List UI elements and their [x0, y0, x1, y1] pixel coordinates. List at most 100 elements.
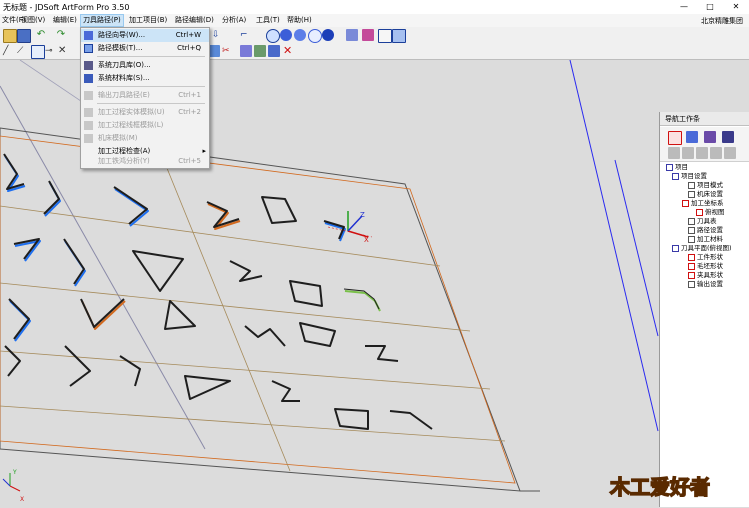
shaded-view-icon[interactable] [280, 29, 292, 41]
nav-option-icon-1[interactable] [668, 147, 680, 159]
tree-item-top-view[interactable]: 俯视图 [696, 208, 725, 217]
output-path-icon [84, 91, 93, 100]
menu-separator [97, 86, 205, 87]
nav-option-icon-4[interactable] [710, 147, 722, 159]
undo-icon[interactable]: ↶ [35, 29, 47, 41]
view-fit-icon[interactable] [266, 29, 280, 43]
coord-icon[interactable]: ⌐ [240, 29, 252, 41]
line-icon[interactable]: ╱ [3, 45, 15, 57]
nav-option-icon-5[interactable] [724, 147, 736, 159]
delete-icon[interactable]: ✕ [283, 45, 295, 57]
layer-icon[interactable] [346, 29, 358, 41]
move-down-icon[interactable]: ⇩ [212, 29, 224, 41]
menu-item-solid-sim: 加工过程实体模拟(U) Ctrl+2 [81, 106, 209, 119]
point-icon[interactable]: ⊸ [45, 45, 57, 57]
workpiece-icon [688, 253, 695, 261]
menu-machining-project[interactable]: 加工项目(B) [127, 15, 169, 26]
cross-icon[interactable]: ✕ [58, 45, 70, 57]
array-icon[interactable] [268, 45, 280, 57]
tree-item-material[interactable]: 加工材料 [688, 235, 723, 244]
fixture-icon [688, 271, 695, 279]
tree-item-project-mode[interactable]: 项目模式 [688, 181, 723, 190]
close-button[interactable]: ✕ [723, 0, 749, 14]
carving-paths [3, 153, 433, 430]
menu-tools[interactable]: 工具(T) [254, 15, 282, 26]
settings-icon [672, 172, 679, 180]
wire-view-icon[interactable] [308, 29, 322, 43]
open-icon[interactable] [3, 29, 17, 43]
grid-line [0, 282, 471, 332]
tree-item-project-settings[interactable]: 项目设置 [672, 172, 707, 181]
wireframe-sim-icon [84, 121, 93, 130]
machine-icon [688, 190, 695, 198]
menu-view[interactable]: 视图(V) [19, 15, 47, 26]
snap-icon[interactable] [392, 29, 406, 43]
nav-panel-toolbar [660, 127, 749, 162]
path-settings-icon [688, 226, 695, 234]
project-icon [666, 163, 673, 171]
mirror-icon[interactable] [254, 45, 266, 57]
transform-icon[interactable] [240, 45, 252, 57]
tree-item-coord-system[interactable]: 加工坐标系 [682, 199, 724, 208]
toolpath-dropdown-menu: 路径向导(W)... Ctrl+W 路径模板(T)... Ctrl+Q 系统刀具… [80, 27, 210, 169]
tree-item-path-settings[interactable]: 路径设置 [688, 226, 723, 235]
menu-edit[interactable]: 编辑(E) [51, 15, 79, 26]
menu-item-analysis: 加工铁鸿分析(Y) Ctrl+5 [98, 157, 201, 165]
render-view-icon[interactable] [294, 29, 306, 41]
menu-toolpath[interactable]: 刀具路径(P) [80, 14, 124, 27]
material-icon [688, 235, 695, 243]
view-axis-y-label: Y [12, 469, 17, 476]
menu-analysis[interactable]: 分析(A) [220, 15, 248, 26]
nav-option-icon-2[interactable] [682, 147, 694, 159]
tree-item-machine-settings[interactable]: 机床设置 [688, 190, 723, 199]
hidden-view-icon[interactable] [322, 29, 334, 41]
path-template-icon [84, 44, 93, 53]
polyline-icon[interactable]: ⟋ [17, 45, 29, 57]
tree-item-project[interactable]: 项目 [666, 163, 688, 172]
menu-item-machine-sim: 机床模拟(M) [81, 132, 209, 145]
nav-path-icon[interactable] [704, 131, 716, 143]
minimize-button[interactable]: — [671, 0, 697, 14]
blue-guide-line [569, 60, 659, 432]
axis-z-label: Z [360, 211, 365, 219]
redo-icon[interactable]: ↷ [55, 29, 67, 41]
nav-edit-icon[interactable] [686, 131, 698, 143]
window-controls: — □ ✕ [671, 0, 749, 14]
trim-icon[interactable]: ✂ [222, 45, 234, 57]
mode-icon [688, 181, 695, 189]
axis-gizmo: Z X [327, 211, 373, 244]
tree-item-workpiece-shape[interactable]: 工件形状 [688, 253, 723, 262]
solid-sim-icon [84, 108, 93, 117]
tree-item-tool-table[interactable]: 刀具表 [688, 217, 717, 226]
watermark-logo: 木工爱好者 [608, 474, 711, 500]
tree-item-tool-plane[interactable]: 刀具平面(俯视图) [672, 244, 732, 253]
menu-item-path-template[interactable]: 路径模板(T)... Ctrl+Q [81, 42, 209, 55]
tree-item-blank-shape[interactable]: 毛坯形状 [688, 262, 723, 271]
menu-help[interactable]: 帮助(H) [285, 15, 314, 26]
view-axis-gizmo: X Y [2, 469, 24, 503]
save-icon[interactable] [17, 29, 31, 43]
menu-item-tool-library[interactable]: 系统刀具库(O)... [81, 59, 209, 72]
select-icon[interactable] [31, 45, 45, 59]
nav-option-icon-3[interactable] [696, 147, 708, 159]
menu-bar: 文件(F) 视图(V) 编辑(E) 刀具路径(P) 加工项目(B) 路径编辑(D… [0, 14, 749, 27]
watermark-text: 木工爱好者 [609, 475, 710, 499]
nav-tool-icon[interactable] [722, 131, 734, 143]
maximize-button[interactable]: □ [697, 0, 723, 14]
top-view-icon [696, 208, 703, 216]
grid-icon[interactable] [378, 29, 392, 43]
tree-item-fixture-shape[interactable]: 夹具形状 [688, 271, 723, 280]
output-icon [688, 280, 695, 288]
window-title: 无标题 - JDSoft ArtForm Pro 3.50 [3, 3, 130, 12]
nav-project-icon[interactable] [668, 131, 682, 145]
view-axis-x-label: X [20, 496, 24, 503]
tree-item-output-settings[interactable]: 输出设置 [688, 280, 723, 289]
menu-item-material-library[interactable]: 系统材料库(S)... [81, 72, 209, 85]
company-name: 北京精雕集团 [701, 17, 743, 25]
menu-separator [97, 56, 205, 57]
color-icon[interactable] [362, 29, 374, 41]
menu-path-edit[interactable]: 路径编辑(D) [173, 15, 216, 26]
menu-item-wireframe-sim: 加工过程线框模拟(L) [81, 119, 209, 132]
menu-separator [97, 103, 205, 104]
menu-item-path-wizard[interactable]: 路径向导(W)... Ctrl+W [81, 29, 209, 42]
